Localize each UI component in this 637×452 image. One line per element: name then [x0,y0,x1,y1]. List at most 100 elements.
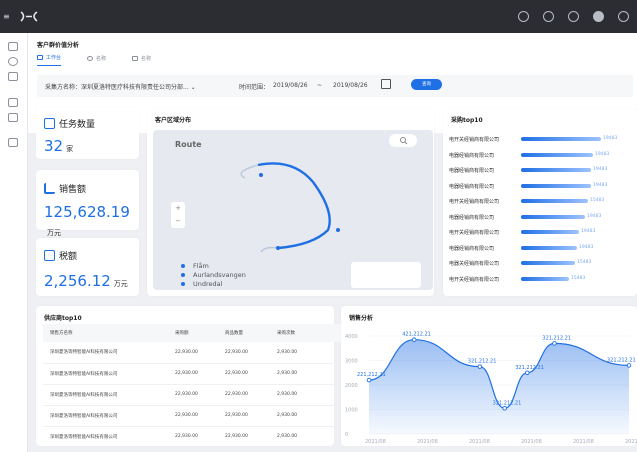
kpi-number: 32 [44,137,64,155]
hbar-row: 电器经销商有限公司 19483 [449,151,629,159]
data-label: 321,212.21 [515,365,544,371]
column-header[interactable]: 销售方名称 [43,324,168,342]
y-tick-label: 0 [345,432,348,438]
tab-name-1[interactable]: 名称 [87,54,106,66]
kpi-title: 税额 [59,252,78,262]
data-label: 421,212.21 [402,332,431,338]
tab-workbench[interactable]: 工作台 [37,54,62,66]
kpi-number: 2,256.12 [44,272,111,290]
grid-icon[interactable] [8,72,18,81]
data-label: 321,212.21 [542,335,571,341]
y-tick-label: 4000 [345,334,358,340]
kpi-card-tasks: 任务数量 32 家 [36,107,139,159]
page-title: 客户群价值分析 [37,42,80,49]
data-point[interactable] [626,363,632,368]
data-point[interactable] [552,341,557,346]
data-point[interactable] [366,377,372,383]
table-row[interactable]: 深圳夏洛等特智能AI科技有限公司 22,930.00 22,930.00 2,930.… [43,405,361,427]
hbar-row: 电开关经销商有限公司 19483 [449,135,629,143]
hbar-bar [521,183,591,188]
kpi-unit: 家 [66,145,74,153]
hbar-bar [521,168,591,172]
tab-name-2[interactable]: 名称 [132,54,151,66]
hbar-row: 电开关经销商有限公司 15483 [449,275,629,283]
table-cell: 22,930.00 [218,363,270,385]
kpi-unit: 万元 [113,280,128,288]
card-title: 采购top10 [451,117,483,124]
globe-icon[interactable] [8,57,18,66]
table-header-row: 销售方名称 采购额 商品数量 采购次数 [43,324,361,342]
dashboard-icon[interactable] [8,42,18,51]
date-to[interactable]: 2019/08/26 [333,82,368,89]
hbar-row: 电器经销商有限公司 19483 [449,166,629,174]
brand-logo [20,11,38,22]
column-header[interactable]: 采购额 [168,324,218,342]
hbar-category: 电器关经销商有限公司 [449,261,500,267]
list-icon[interactable] [8,98,18,107]
hbar-value-label: 15483 [571,275,586,281]
kpi-title: 销售额 [59,185,87,195]
hbar-bar [521,137,601,141]
purchaser-select[interactable]: 采集方名称：深圳夏洛特医疗科技有限责任公司分部... ⌄ [45,82,196,91]
hbar-value-label: 15483 [577,260,592,265]
kpi-unit: 万元 [47,229,61,237]
legend-item: Aurlandsvangen [181,271,246,280]
settings-icon[interactable] [568,11,579,22]
hbar-category: 电器经销商有限公司 [449,214,495,221]
hbar-bar [521,214,585,219]
tab-label: 名称 [141,55,152,62]
grid-icon [132,55,139,61]
date-from[interactable]: 2019/08/26 [273,82,308,89]
clock-icon[interactable] [543,11,554,22]
box-icon[interactable] [8,113,18,122]
hbar-category: 电开关经销商有限公司 [449,276,500,283]
table-cell: 深圳夏洛等特智能AI科技有限公司 [43,426,168,448]
data-label: 221,212.21 [357,372,386,378]
y-tick-label: 1000 [345,408,358,414]
data-point[interactable] [502,406,507,411]
table-row[interactable]: 深圳夏洛等特智能AI科技有限公司 22,930.00 22,930.00 2,930.… [43,384,361,406]
table-row[interactable]: 深圳夏洛等特智能AI科技有限公司 22,930.00 22,930.00 2,930.… [43,342,361,364]
calendar-icon[interactable] [381,79,391,89]
table-cell: 深圳夏洛等特智能AI科技有限公司 [43,405,168,427]
plus-square-icon[interactable] [8,138,18,147]
hbar-row: 电开关经销商有限公司 19483 [449,228,629,236]
x-tick-label: 2021/08 [573,439,594,445]
hbar-row: 电器经销商有限公司 19483 [449,213,629,221]
list-icon [44,118,55,129]
monitor-icon [37,55,43,60]
legend-label: Aurlandsvangen [193,271,246,279]
table-row[interactable]: 深圳夏洛等特智能AI科技有限公司 22,930.00 22,930.00 2,930.… [43,426,361,448]
map-view[interactable]: Route + − Flåm Aurlandsvangen Undredal [153,130,433,290]
table-cell: 深圳夏洛等特智能AI科技有限公司 [43,342,168,364]
info-icon[interactable] [618,11,629,22]
kpi-value: 32 家 [44,137,73,155]
query-button[interactable]: 查询 [411,79,442,90]
sidebar [0,33,28,452]
hbar-row: 电开关经销商有限公司 15483 [449,197,629,205]
tab-bar: 工作台 名称 名称 [37,54,151,66]
data-point[interactable] [411,337,417,342]
hbar-category: 电开关经销商有限公司 [449,137,500,143]
kpi-card-tax: 税额 2,256.12 万元 [36,238,139,296]
column-header[interactable]: 商品数量 [218,324,270,342]
filter-bar: 采集方名称：深圳夏洛特医疗科技有限责任公司分部... ⌄ 时间范围： 2019/… [37,75,633,97]
mini-world-map [351,262,421,288]
table-cell: 22,930.00 [168,384,218,406]
target-icon[interactable] [518,11,529,22]
menu-icon[interactable]: ≡ [3,12,10,21]
hbar-value-label: 19483 [595,151,610,157]
hbar-value-label: 19483 [593,182,608,188]
hbar-value-label: 19483 [579,244,594,250]
table-row[interactable]: 深圳夏洛等特智能AI科技有限公司 22,930.00 22,930.00 2,930.… [43,363,361,385]
card-title: 销售分析 [349,315,374,322]
x-tick-label: 2021/08 [417,439,438,445]
table-cell: 22,930.00 [168,342,218,364]
supplier-table: 销售方名称 采购额 商品数量 采购次数 深圳夏洛等特智能AI科技有限公司 22,9… [43,324,361,448]
hbar-category: 电开关经销商有限公司 [449,230,500,236]
data-point[interactable] [477,364,483,369]
tab-label: 工作台 [46,55,62,61]
user-icon[interactable] [593,11,604,22]
hbar-bar [521,230,579,234]
data-point[interactable] [525,370,530,376]
